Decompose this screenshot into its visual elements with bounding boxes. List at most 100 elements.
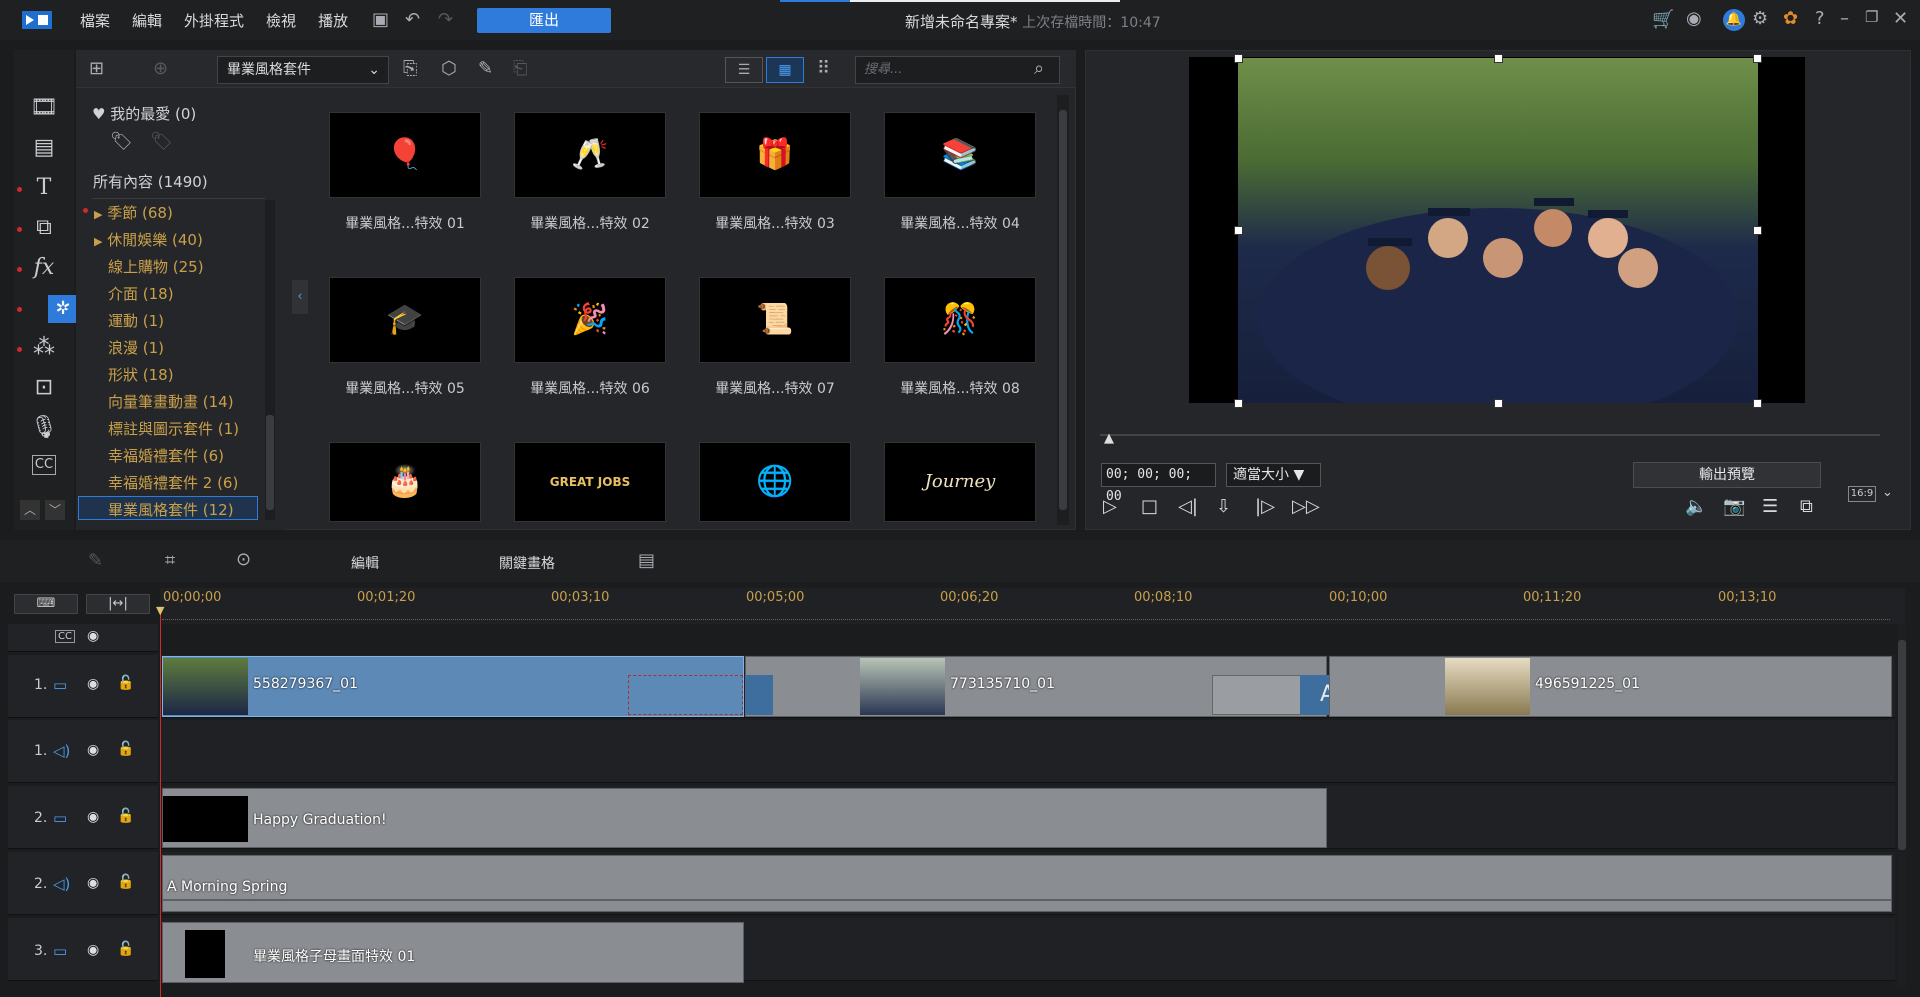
cart-icon[interactable]: 🛒: [1652, 9, 1674, 30]
search-icon[interactable]: ⌕: [1034, 58, 1044, 79]
eye-icon[interactable]: ◉: [87, 628, 99, 644]
scrubber-thumb-icon[interactable]: ▲: [1104, 431, 1114, 446]
category-item[interactable]: 浪漫 (1): [108, 337, 164, 358]
preview-scrubber[interactable]: [1100, 434, 1880, 436]
download-content-icon[interactable]: ⊕: [153, 58, 168, 79]
effect-thumb[interactable]: 🎓: [329, 277, 481, 363]
camera-icon[interactable]: 📷: [1723, 496, 1745, 517]
resize-handle[interactable]: [1494, 54, 1503, 63]
small-grid-icon[interactable]: ⠿: [817, 58, 830, 79]
effect-thumb[interactable]: 🎈: [329, 112, 481, 198]
category-item[interactable]: 介面 (18): [108, 283, 174, 304]
category-item[interactable]: 線上購物 (25): [108, 256, 204, 277]
resize-handle[interactable]: [1494, 399, 1503, 408]
shapes-icon[interactable]: ⬡: [441, 58, 457, 79]
playhead-handle-icon[interactable]: ▼: [156, 604, 164, 617]
category-item[interactable]: 向量筆畫動畫 (14): [108, 391, 234, 412]
lock-icon[interactable]: 🔓: [117, 941, 134, 957]
chapter-icon[interactable]: ▤: [638, 550, 655, 571]
fast-forward-icon[interactable]: ▷▷: [1292, 496, 1320, 517]
effect-thumb[interactable]: 🎂: [329, 442, 481, 522]
gear-icon[interactable]: ⚙: [1752, 8, 1768, 29]
rail-up-icon[interactable]: ︿: [20, 500, 40, 520]
effect-thumb[interactable]: 🎁: [699, 112, 851, 198]
effect-thumb[interactable]: GREAT JOBS: [514, 442, 666, 522]
close-icon[interactable]: ✕: [1893, 8, 1908, 29]
dropdown-circle-icon[interactable]: ⊙: [236, 549, 251, 570]
add-tag-icon[interactable]: 🏷: [110, 131, 133, 152]
save-icon[interactable]: ▣: [372, 9, 389, 30]
category-item[interactable]: 運動 (1): [108, 310, 164, 331]
effect-thumb[interactable]: 🎉: [514, 277, 666, 363]
zoom-fit-dropdown[interactable]: 適當大小 ▼: [1226, 463, 1321, 487]
pip-designer-icon[interactable]: ⊡: [24, 375, 64, 405]
next-frame-icon[interactable]: |▷: [1255, 496, 1275, 517]
export-button[interactable]: 匯出: [477, 8, 611, 33]
transition-marker[interactable]: [745, 675, 773, 715]
eye-icon[interactable]: ◉: [87, 809, 99, 825]
track-manager-icon[interactable]: ⌨: [14, 594, 78, 614]
undock-icon[interactable]: ⧉: [1800, 496, 1813, 517]
category-item[interactable]: 標註與圖示套件 (1): [108, 418, 239, 439]
output-preview-button[interactable]: 輸出預覽: [1633, 462, 1821, 488]
menu-file[interactable]: 檔案: [80, 10, 110, 31]
help-icon[interactable]: ?: [1815, 8, 1825, 29]
title-room-icon[interactable]: T: [24, 175, 64, 205]
resize-handle[interactable]: [1234, 226, 1243, 235]
eye-icon[interactable]: ◉: [87, 942, 99, 958]
resize-handle[interactable]: [1753, 226, 1762, 235]
lock-icon[interactable]: 🔓: [117, 741, 134, 757]
effect-thumb[interactable]: 🎊: [884, 277, 1036, 363]
category-item[interactable]: ▶ 休閒娛樂 (40): [94, 229, 203, 250]
resize-handle[interactable]: [1753, 399, 1762, 408]
restore-icon[interactable]: ❐: [1865, 8, 1878, 26]
stop-icon[interactable]: □: [1141, 496, 1158, 517]
flower-icon[interactable]: ✿: [1783, 8, 1798, 29]
resize-handle[interactable]: [1234, 54, 1243, 63]
subtitle-room-icon[interactable]: CC: [32, 455, 56, 475]
play-icon[interactable]: ▷: [1103, 496, 1117, 517]
menu-plugins[interactable]: 外掛程式: [184, 10, 244, 31]
pen-icon[interactable]: ✎: [88, 550, 103, 571]
volume-icon[interactable]: 🔈: [1685, 496, 1707, 517]
fx-room-icon[interactable]: fx: [24, 255, 64, 285]
search-input[interactable]: 搜尋...: [855, 56, 1060, 84]
notification-icon[interactable]: 🔔: [1723, 9, 1745, 31]
resize-handle[interactable]: [1234, 399, 1243, 408]
minimize-icon[interactable]: –: [1840, 8, 1849, 29]
fit-timeline-icon[interactable]: |↔|: [86, 594, 150, 614]
redo-icon[interactable]: ↷: [438, 9, 453, 30]
eye-icon[interactable]: ◉: [87, 676, 99, 692]
timecode-input[interactable]: 00; 00; 00; 00: [1101, 463, 1216, 504]
aspect-ratio-badge[interactable]: 16:9: [1848, 486, 1876, 502]
resize-handle[interactable]: [1753, 54, 1762, 63]
rail-down-icon[interactable]: ﹀: [45, 500, 65, 520]
grid-view-icon[interactable]: ▦: [766, 57, 804, 83]
effect-thumb[interactable]: 📚: [884, 112, 1036, 198]
category-item-selected[interactable]: 畢業風格套件 (12): [108, 499, 234, 520]
subtitle-display-icon[interactable]: ☰: [1762, 496, 1778, 517]
grid-scroll-thumb[interactable]: [1059, 110, 1067, 510]
edit-button[interactable]: 編輯: [351, 553, 379, 573]
particle-room-icon[interactable]: ⁂: [24, 335, 64, 365]
account-icon[interactable]: ◉: [1686, 8, 1702, 29]
preview-image[interactable]: [1238, 58, 1758, 428]
category-scroll-thumb[interactable]: [266, 415, 274, 510]
effect-thumb[interactable]: 🥂: [514, 112, 666, 198]
lock-icon[interactable]: 🔓: [117, 808, 134, 824]
category-item[interactable]: 幸福婚禮套件 (6): [108, 445, 224, 466]
lock-icon[interactable]: 🔓: [117, 874, 134, 890]
effect-thumb[interactable]: 🌐: [699, 442, 851, 522]
effect-thumb[interactable]: 📜: [699, 277, 851, 363]
remove-tag-icon[interactable]: 🏷: [150, 131, 173, 152]
menu-view[interactable]: 檢視: [266, 10, 296, 31]
lock-icon[interactable]: 🔓: [117, 675, 134, 691]
media-room-icon[interactable]: 🎞: [24, 95, 64, 125]
category-item[interactable]: 幸福婚禮套件 2 (6): [108, 472, 238, 493]
category-item[interactable]: 形狀 (18): [108, 364, 174, 385]
prev-frame-icon[interactable]: ◁|: [1178, 496, 1198, 517]
menu-playback[interactable]: 播放: [318, 10, 348, 31]
template-room-icon[interactable]: ▤: [24, 135, 64, 165]
category-item[interactable]: ▶ 季節 (68): [94, 202, 173, 223]
list-view-icon[interactable]: ☰: [725, 57, 763, 83]
